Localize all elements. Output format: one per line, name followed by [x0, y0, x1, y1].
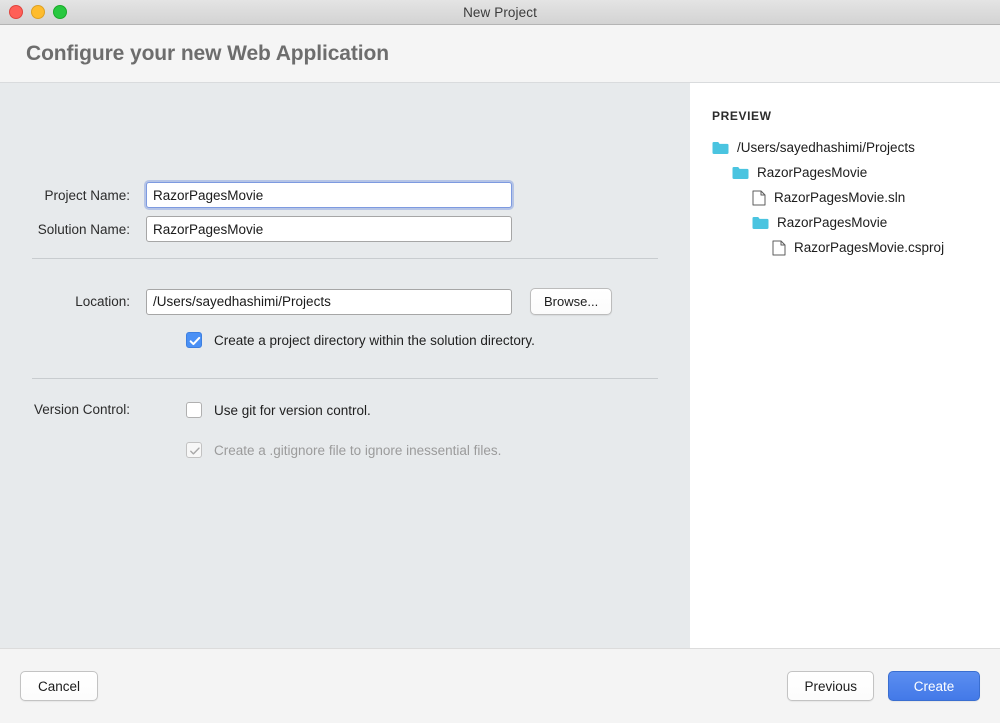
create-button[interactable]: Create: [888, 671, 980, 701]
maximize-window-icon[interactable]: [53, 5, 67, 19]
preview-tree-label: RazorPagesMovie: [757, 165, 867, 180]
use-git-label: Use git for version control.: [214, 403, 371, 418]
folder-icon: [752, 216, 769, 230]
preview-tree-item: RazorPagesMovie: [732, 160, 1000, 185]
close-window-icon[interactable]: [9, 5, 23, 19]
preview-tree-item: /Users/sayedhashimi/Projects: [712, 135, 1000, 160]
use-git-checkbox-row[interactable]: Use git for version control.: [186, 402, 371, 418]
minimize-window-icon[interactable]: [31, 5, 45, 19]
preview-panel: PREVIEW /Users/sayedhashimi/Projects Raz…: [690, 83, 1000, 648]
folder-icon: [732, 166, 749, 180]
version-control-row: Version Control:: [0, 402, 146, 417]
location-input[interactable]: [146, 289, 512, 315]
solution-name-row: Solution Name:: [0, 216, 512, 242]
solution-name-label: Solution Name:: [0, 222, 146, 237]
preview-tree-item: RazorPagesMovie: [752, 210, 1000, 235]
use-git-checkbox[interactable]: [186, 402, 202, 418]
create-project-directory-label: Create a project directory within the so…: [214, 333, 535, 348]
location-row: Location: Browse...: [0, 288, 612, 315]
dialog-footer: Cancel Previous Create: [0, 648, 1000, 723]
page-title: Configure your new Web Application: [26, 42, 389, 66]
file-icon: [772, 240, 786, 256]
window-titlebar: New Project: [0, 0, 1000, 25]
version-control-label: Version Control:: [0, 402, 146, 417]
form-separator-1: [32, 258, 658, 259]
create-project-directory-checkbox[interactable]: [186, 332, 202, 348]
previous-button[interactable]: Previous: [787, 671, 874, 701]
preview-tree-item: RazorPagesMovie.sln: [752, 185, 1000, 210]
window-title: New Project: [463, 5, 537, 20]
folder-icon: [712, 141, 729, 155]
dialog-header: Configure your new Web Application: [0, 25, 1000, 83]
preview-tree-item: RazorPagesMovie.csproj: [772, 235, 1000, 260]
project-name-input[interactable]: [146, 182, 512, 208]
file-icon: [752, 190, 766, 206]
preview-tree-label: RazorPagesMovie.sln: [774, 190, 905, 205]
solution-name-input[interactable]: [146, 216, 512, 242]
window-controls: [9, 0, 67, 24]
form-separator-2: [32, 378, 658, 379]
create-gitignore-checkbox: [186, 442, 202, 458]
preview-heading: PREVIEW: [712, 109, 1000, 123]
new-project-dialog: New Project Configure your new Web Appli…: [0, 0, 1000, 723]
preview-tree-label: RazorPagesMovie.csproj: [794, 240, 944, 255]
create-project-directory-checkbox-row[interactable]: Create a project directory within the so…: [186, 332, 535, 348]
preview-tree-label: RazorPagesMovie: [777, 215, 887, 230]
cancel-button[interactable]: Cancel: [20, 671, 98, 701]
location-label: Location:: [0, 294, 146, 309]
configuration-form: Project Name: Solution Name: Location: B…: [0, 83, 690, 648]
footer-actions: Previous Create: [787, 671, 980, 701]
dialog-body: Project Name: Solution Name: Location: B…: [0, 83, 1000, 648]
create-gitignore-label: Create a .gitignore file to ignore iness…: [214, 443, 501, 458]
project-name-label: Project Name:: [0, 188, 146, 203]
browse-button[interactable]: Browse...: [530, 288, 612, 315]
project-name-row: Project Name:: [0, 182, 512, 208]
create-gitignore-checkbox-row: Create a .gitignore file to ignore iness…: [186, 442, 501, 458]
preview-tree-label: /Users/sayedhashimi/Projects: [737, 140, 915, 155]
